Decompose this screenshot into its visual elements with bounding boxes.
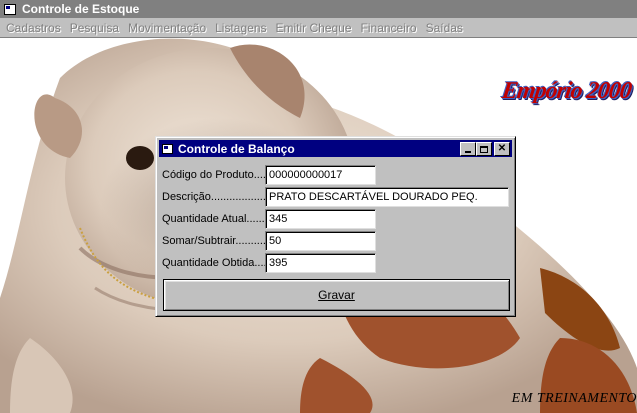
menu-financeiro[interactable]: Financeiro [358,21,420,35]
main-window-titlebar[interactable]: Controle de Estoque [0,0,637,18]
dialog-title: Controle de Balanço [178,141,295,156]
somar-row: Somar/Subtrair............ 50 [162,231,376,251]
app-icon [4,3,16,15]
menu-listagens[interactable]: Listagens [212,21,269,35]
qtd-atual-row: Quantidade Atual......... 345 [162,209,376,229]
training-mode-label: EM TREINAMENTO [511,391,637,406]
minimize-icon [465,151,471,153]
descricao-row: Descrição................... PRATO DESCA… [162,187,509,207]
close-button[interactable]: ✕ [494,142,510,156]
dialog-caption-buttons: ✕ [460,142,510,156]
maximize-icon [480,145,488,153]
maximize-button[interactable] [476,142,492,156]
gravar-label: Gravar [318,288,355,302]
somar-label: Somar/Subtrair............ [162,235,265,247]
minimize-button[interactable] [460,142,476,156]
descricao-field[interactable]: PRATO DESCARTÁVEL DOURADO PEQ. [265,187,509,207]
menu-cadastros[interactable]: Cadastros [3,21,64,35]
emporio-2000-logo: Empório 2000 [500,78,633,104]
controle-de-balanco-dialog: Controle de Balanço ✕ Código do Produto.… [155,136,516,317]
dialog-app-icon [162,143,173,154]
dialog-titlebar[interactable]: Controle de Balanço ✕ [159,140,512,157]
qtd-obtida-label: Quantidade Obtida....... [162,257,265,269]
menu-movimentacao[interactable]: Movimentação [125,21,209,35]
menu-pesquisa[interactable]: Pesquisa [67,21,122,35]
qtd-obtida-row: Quantidade Obtida....... 395 [162,253,376,273]
descricao-label: Descrição................... [162,191,265,203]
qtd-atual-label: Quantidade Atual......... [162,213,265,225]
qtd-atual-field[interactable]: 345 [265,209,376,229]
main-window-title: Controle de Estoque [22,2,140,16]
codigo-row: Código do Produto..... 000000000017 [162,165,376,185]
menu-bar: Cadastros Pesquisa Movimentação Listagen… [0,18,637,38]
gravar-button[interactable]: Gravar [163,279,510,311]
close-icon: ✕ [497,143,507,154]
qtd-obtida-field[interactable]: 395 [265,253,376,273]
somar-subtrair-field[interactable]: 50 [265,231,376,251]
menu-emitir-cheque[interactable]: Emitir Cheque [273,21,355,35]
menu-saidas[interactable]: Saídas [423,21,466,35]
codigo-label: Código do Produto..... [162,169,265,181]
codigo-field[interactable]: 000000000017 [265,165,376,185]
